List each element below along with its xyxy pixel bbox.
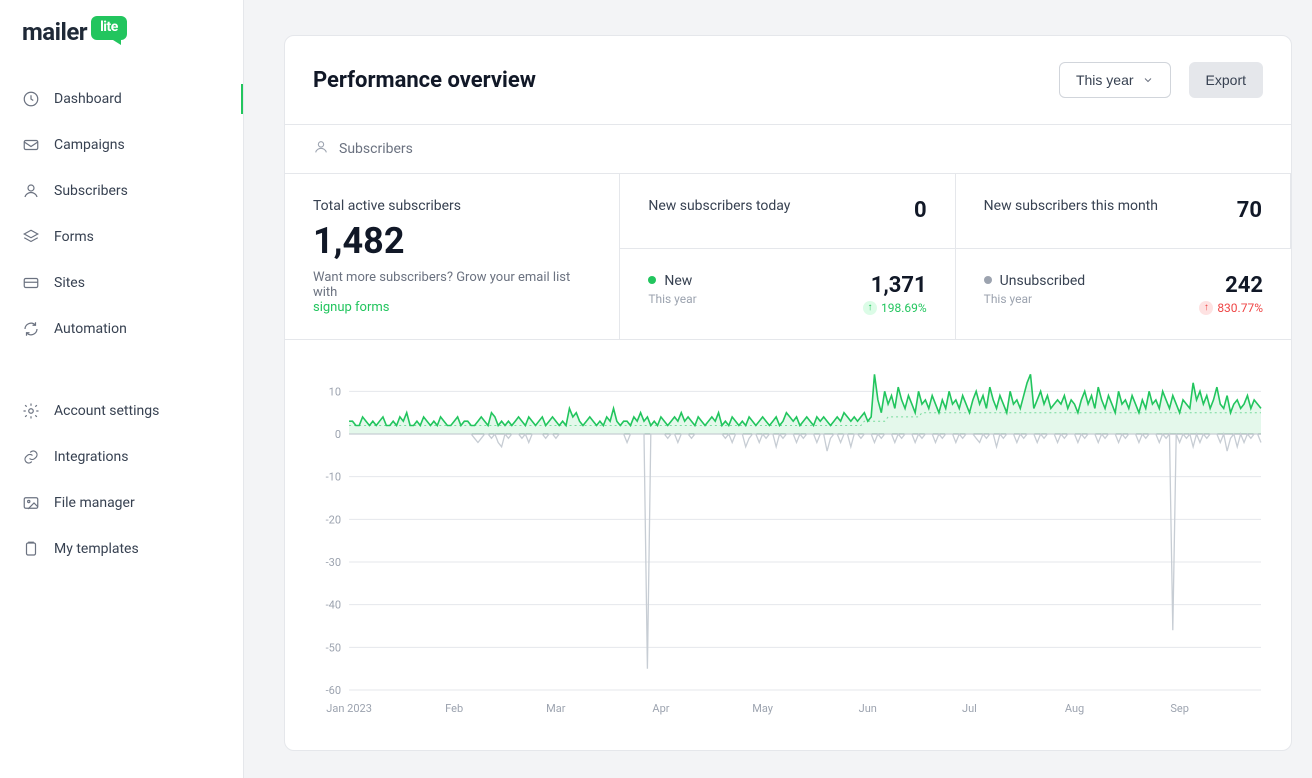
user-icon	[313, 139, 329, 159]
stat-label: New subscribers this month	[984, 198, 1158, 214]
svg-text:-50: -50	[326, 641, 341, 654]
dot-icon	[648, 276, 656, 284]
signup-forms-link[interactable]: signup forms	[313, 300, 390, 315]
stat-value: 242	[1199, 273, 1263, 298]
nav-sites[interactable]: Sites	[0, 260, 243, 306]
nav-label: Account settings	[54, 403, 159, 419]
logo[interactable]: mailer lite	[0, 18, 243, 76]
svg-text:Jan 2023: Jan 2023	[326, 702, 372, 715]
link-icon	[22, 448, 40, 466]
nav-subscribers[interactable]: Subscribers	[0, 168, 243, 214]
nav-secondary: Account settings Integrations File manag…	[0, 388, 243, 608]
nav-automation[interactable]: Automation	[0, 306, 243, 352]
image-icon	[22, 494, 40, 512]
sub-header: Subscribers	[285, 124, 1291, 173]
nav-my-templates[interactable]: My templates	[0, 526, 243, 572]
logo-accent: lite	[91, 16, 127, 40]
stat-value: 1,482	[313, 220, 591, 262]
nav-label: Dashboard	[54, 91, 122, 107]
svg-text:-40: -40	[326, 599, 341, 612]
header-actions: This year Export	[1059, 62, 1263, 98]
nav-dashboard[interactable]: Dashboard	[0, 76, 243, 122]
stat-new-today: New subscribers today 0	[620, 174, 955, 248]
gear-icon	[22, 402, 40, 420]
stat-value: 70	[1237, 198, 1262, 223]
nav-label: My templates	[54, 541, 139, 557]
nav-label: Forms	[54, 229, 94, 245]
nav-label: Automation	[54, 321, 127, 337]
nav-label: Campaigns	[54, 137, 125, 153]
nav-label: File manager	[54, 495, 135, 511]
card-header: Performance overview This year Export	[285, 36, 1291, 124]
svg-text:Apr: Apr	[652, 702, 669, 715]
sidebar: mailer lite Dashboard Campaigns Subscrib…	[0, 0, 244, 778]
credit-card-icon	[22, 274, 40, 292]
nav-forms[interactable]: Forms	[0, 214, 243, 260]
page-title: Performance overview	[313, 68, 536, 93]
main-content: Performance overview This year Export Su…	[244, 0, 1312, 778]
stat-new-year: New This year 1,371 ↑ 198.69%	[620, 248, 955, 340]
subscriber-chart: 10 0 -10 -20 -30 -40 -50 -60 Jan 2023 Feb Mar Apr Ma…	[285, 340, 1291, 750]
range-label: This year	[1076, 72, 1134, 88]
stats-grid: Total active subscribers 1,482 Want more…	[285, 173, 1291, 340]
stat-trend: ↑ 198.69%	[863, 301, 927, 315]
stat-new-month: New subscribers this month 70	[956, 174, 1291, 248]
sub-header-title: Subscribers	[339, 141, 413, 157]
svg-text:May: May	[752, 702, 774, 715]
stat-label: New subscribers today	[648, 198, 790, 214]
stat-period: This year	[648, 292, 696, 306]
range-selector[interactable]: This year	[1059, 62, 1171, 98]
export-label: Export	[1206, 72, 1246, 88]
nav-file-manager[interactable]: File manager	[0, 480, 243, 526]
svg-text:-10: -10	[326, 471, 341, 484]
nav-integrations[interactable]: Integrations	[0, 434, 243, 480]
svg-text:Jun: Jun	[859, 702, 877, 715]
stat-period: This year	[984, 292, 1086, 306]
stat-trend: ↑ 830.77%	[1199, 301, 1263, 315]
overview-card: Performance overview This year Export Su…	[284, 35, 1292, 751]
nav-label: Sites	[54, 275, 85, 291]
svg-text:-60: -60	[326, 684, 341, 697]
nav-account-settings[interactable]: Account settings	[0, 388, 243, 434]
arrow-up-icon: ↑	[1199, 301, 1213, 315]
nav-label: Integrations	[54, 449, 128, 465]
dot-icon	[984, 276, 992, 284]
svg-text:10: 10	[329, 385, 341, 398]
svg-text:Sep: Sep	[1170, 702, 1189, 715]
svg-text:Aug: Aug	[1065, 702, 1084, 715]
svg-text:Mar: Mar	[546, 702, 566, 715]
stat-total-active: Total active subscribers 1,482 Want more…	[285, 174, 620, 339]
svg-text:-30: -30	[326, 556, 341, 569]
clipboard-icon	[22, 540, 40, 558]
stat-hint: Want more subscribers? Grow your email l…	[313, 270, 591, 315]
stat-value: 0	[914, 198, 927, 223]
logo-text: mailer	[22, 18, 87, 46]
stat-label: Total active subscribers	[313, 198, 591, 214]
layers-icon	[22, 228, 40, 246]
svg-text:Feb: Feb	[445, 702, 463, 715]
stat-label: New	[648, 273, 696, 289]
refresh-icon	[22, 320, 40, 338]
stat-value: 1,371	[863, 273, 927, 298]
stat-unsub-year: Unsubscribed This year 242 ↑ 830.77%	[956, 248, 1291, 340]
svg-text:0: 0	[335, 428, 341, 441]
nav-label: Subscribers	[54, 183, 128, 199]
arrow-up-icon: ↑	[863, 301, 877, 315]
svg-text:-20: -20	[326, 513, 341, 526]
stat-label: Unsubscribed	[984, 273, 1086, 289]
nav-primary: Dashboard Campaigns Subscribers Forms Si…	[0, 76, 243, 388]
clock-icon	[22, 90, 40, 108]
user-icon	[22, 182, 40, 200]
nav-campaigns[interactable]: Campaigns	[0, 122, 243, 168]
mail-icon	[22, 136, 40, 154]
svg-text:Jul: Jul	[962, 702, 977, 715]
chevron-down-icon	[1142, 74, 1154, 86]
export-button[interactable]: Export	[1189, 62, 1263, 98]
